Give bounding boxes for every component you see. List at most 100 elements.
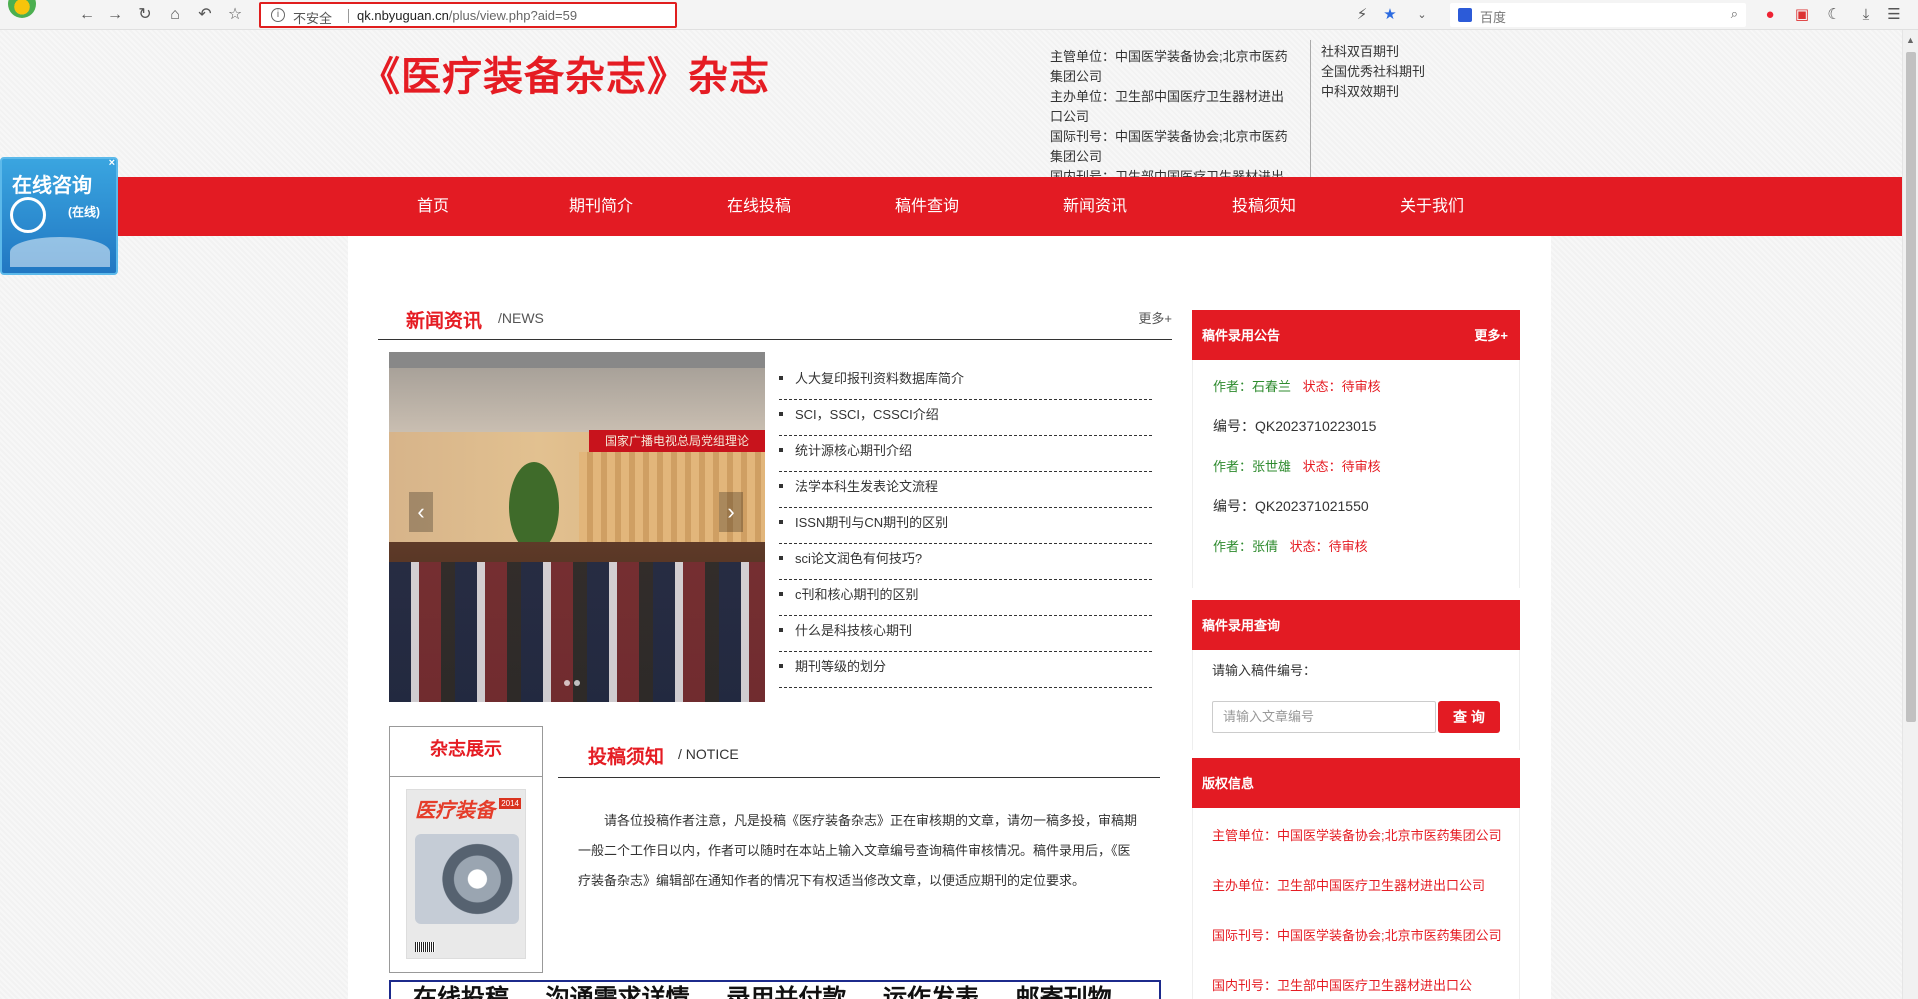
news-item[interactable]: 统计源核心期刊介绍 bbox=[779, 436, 1152, 472]
undo-icon[interactable]: ↶ bbox=[196, 6, 214, 24]
header-info-line: 口公司 bbox=[1050, 109, 1090, 124]
nav-news[interactable]: 新闻资讯 bbox=[1063, 177, 1127, 236]
record-row: 作者：张世雄 状态：待审核 bbox=[1213, 456, 1381, 475]
status-value: 待审核 bbox=[1341, 379, 1381, 394]
forward-icon[interactable]: → bbox=[106, 6, 124, 24]
author-name: 张倩 bbox=[1252, 539, 1279, 554]
copyright-line: 主办单位：卫生部中国医疗卫生器材进出口公司 bbox=[1212, 878, 1486, 893]
status-label: 状态： bbox=[1302, 379, 1342, 394]
scroll-up-icon[interactable]: ▲ bbox=[1906, 35, 1915, 45]
vertical-scrollbar[interactable]: ▲ bbox=[1902, 30, 1918, 999]
query-label: 请输入稿件编号： bbox=[1212, 663, 1317, 678]
record-row: 作者：石春兰 状态：待审核 bbox=[1213, 376, 1381, 395]
header-info-line: 主管单位：中国医学装备协会;北京市医药 bbox=[1050, 49, 1288, 64]
query-title: 稿件录用查询 bbox=[1202, 618, 1281, 633]
search-box[interactable]: 百度 ⌕ bbox=[1450, 3, 1746, 27]
cover-title: 医疗装备 bbox=[415, 798, 495, 822]
reload-icon[interactable]: ↻ bbox=[136, 6, 154, 24]
moon-icon[interactable]: ☾ bbox=[1824, 5, 1844, 25]
nav-manuscript-query[interactable]: 稿件查询 bbox=[895, 177, 959, 236]
search-icon[interactable]: ⌕ bbox=[1731, 6, 1738, 22]
news-item[interactable]: ISSN期刊与CN期刊的区别 bbox=[779, 508, 1152, 544]
copyright-line: 主管单位：中国医学装备协会;北京市医药集团公司 bbox=[1212, 828, 1502, 843]
phone-icon bbox=[10, 197, 46, 233]
insecure-label: 不安全 bbox=[293, 11, 333, 26]
browser-logo-icon bbox=[8, 0, 36, 18]
carousel-dot[interactable] bbox=[564, 680, 570, 686]
url-domain: qk.nbyuguan.cn bbox=[357, 8, 449, 23]
code-value: QK202371021550 bbox=[1255, 498, 1369, 514]
news-header: 新闻资讯 /NEWS 更多+ bbox=[378, 294, 1172, 340]
consult-title: 在线咨询 bbox=[12, 175, 92, 197]
nav-journal-intro[interactable]: 期刊简介 bbox=[569, 177, 633, 236]
query-button[interactable]: 查 询 bbox=[1438, 701, 1500, 733]
notice-title: 投稿须知 bbox=[588, 747, 665, 768]
close-icon[interactable]: × bbox=[109, 157, 115, 169]
code-label: 编号： bbox=[1213, 418, 1255, 434]
info-icon[interactable]: i bbox=[271, 8, 285, 22]
copyright-line: 国内刊号：卫生部中国医疗卫生器材进出口公 bbox=[1212, 978, 1473, 993]
cover-image bbox=[415, 834, 519, 924]
back-icon[interactable]: ← bbox=[78, 6, 96, 24]
nav-about-us[interactable]: 关于我们 bbox=[1400, 177, 1464, 236]
address-separator bbox=[348, 9, 349, 23]
news-item[interactable]: 什么是科技核心期刊 bbox=[779, 616, 1152, 652]
download-icon[interactable]: ⤓ bbox=[1856, 5, 1876, 25]
manuscript-number-input[interactable]: 请输入文章编号 bbox=[1212, 701, 1436, 733]
notice-header: 投稿须知 / NOTICE bbox=[558, 732, 1160, 778]
address-bar[interactable]: i 不安全 qk.nbyuguan.cn/plus/view.php?aid=5… bbox=[259, 2, 677, 28]
magazine-display: 杂志展示 医疗装备 2014 bbox=[389, 726, 543, 973]
records-more-link[interactable]: 更多+ bbox=[1474, 310, 1508, 362]
copyright-title: 版权信息 bbox=[1202, 776, 1255, 791]
online-consult-widget[interactable]: 在线咨询 (在线) × bbox=[0, 157, 118, 275]
news-item[interactable]: 人大复印报刊资料数据库简介 bbox=[779, 364, 1152, 400]
copyright-header: 版权信息 bbox=[1192, 758, 1520, 808]
news-carousel[interactable]: 国家广播电视总局党组理论 ‹ › bbox=[389, 352, 765, 702]
status-label: 状态： bbox=[1289, 539, 1329, 554]
header-info-line: 国际刊号：中国医学装备协会;北京市医药 bbox=[1050, 129, 1288, 144]
news-item[interactable]: sci论文润色有何技巧? bbox=[779, 544, 1152, 580]
bookmark-star-icon[interactable]: ☆ bbox=[226, 6, 244, 24]
lightning-icon[interactable]: ⚡ bbox=[1352, 5, 1372, 25]
status-value: 待审核 bbox=[1328, 539, 1368, 554]
carousel-dot[interactable] bbox=[574, 680, 580, 686]
baidu-icon bbox=[1458, 8, 1472, 22]
nav-submission-notice[interactable]: 投稿须知 bbox=[1232, 177, 1296, 236]
photo-plant bbox=[509, 462, 559, 552]
menu-icon[interactable]: ☰ bbox=[1884, 5, 1904, 25]
chevron-down-icon[interactable]: ⌄ bbox=[1412, 5, 1432, 25]
scrollbar-thumb[interactable] bbox=[1906, 52, 1916, 722]
carousel-dots[interactable] bbox=[564, 674, 594, 686]
consult-wave-decoration bbox=[10, 237, 110, 267]
nav-home[interactable]: 首页 bbox=[417, 177, 449, 236]
carousel-prev-icon[interactable]: ‹ bbox=[409, 492, 433, 532]
barcode-icon bbox=[415, 942, 435, 952]
news-item[interactable]: 法学本科生发表论文流程 bbox=[779, 472, 1152, 508]
news-more-link[interactable]: 更多+ bbox=[1138, 308, 1172, 327]
consult-status: (在线) bbox=[68, 205, 100, 219]
news-list: 人大复印报刊资料数据库简介 SCI，SSCI，CSSCI介绍 统计源核心期刊介绍… bbox=[779, 364, 1152, 688]
news-item[interactable]: 期刊等级的划分 bbox=[779, 652, 1152, 688]
pdf-icon[interactable]: ▣ bbox=[1792, 5, 1812, 25]
news-item[interactable]: c刊和核心期刊的区别 bbox=[779, 580, 1152, 616]
code-value: QK2023710223015 bbox=[1255, 418, 1377, 434]
author-label: 作者： bbox=[1213, 379, 1253, 394]
carousel-next-icon[interactable]: › bbox=[719, 492, 743, 532]
author-name: 石春兰 bbox=[1252, 379, 1292, 394]
header-tag: 中科双效期刊 bbox=[1321, 84, 1400, 99]
news-item[interactable]: SCI，SSCI，CSSCI介绍 bbox=[779, 400, 1152, 436]
weibo-icon[interactable]: ● bbox=[1760, 5, 1780, 25]
nav-submit-online[interactable]: 在线投稿 bbox=[727, 177, 791, 236]
url-text[interactable]: qk.nbyuguan.cn/plus/view.php?aid=59 bbox=[357, 8, 577, 23]
query-header: 稿件录用查询 bbox=[1192, 600, 1520, 650]
home-icon[interactable]: ⌂ bbox=[166, 6, 184, 24]
records-header: 稿件录用公告 更多+ bbox=[1192, 310, 1520, 360]
photo-ceiling-stripe bbox=[389, 352, 765, 368]
magazine-cover[interactable]: 医疗装备 2014 bbox=[406, 789, 526, 959]
author-name: 张世雄 bbox=[1252, 459, 1292, 474]
records-panel: 作者：石春兰 状态：待审核 编号：QK2023710223015 作者：张世雄 … bbox=[1192, 360, 1520, 588]
header-info-line: 主办单位：卫生部中国医疗卫生器材进出 bbox=[1050, 89, 1285, 104]
header-info-line: 集团公司 bbox=[1050, 69, 1103, 84]
favorite-star-icon[interactable]: ★ bbox=[1380, 5, 1400, 25]
header-info: 主管单位：中国医学装备协会;北京市医药 集团公司 主办单位：卫生部中国医疗卫生器… bbox=[1050, 47, 1308, 179]
